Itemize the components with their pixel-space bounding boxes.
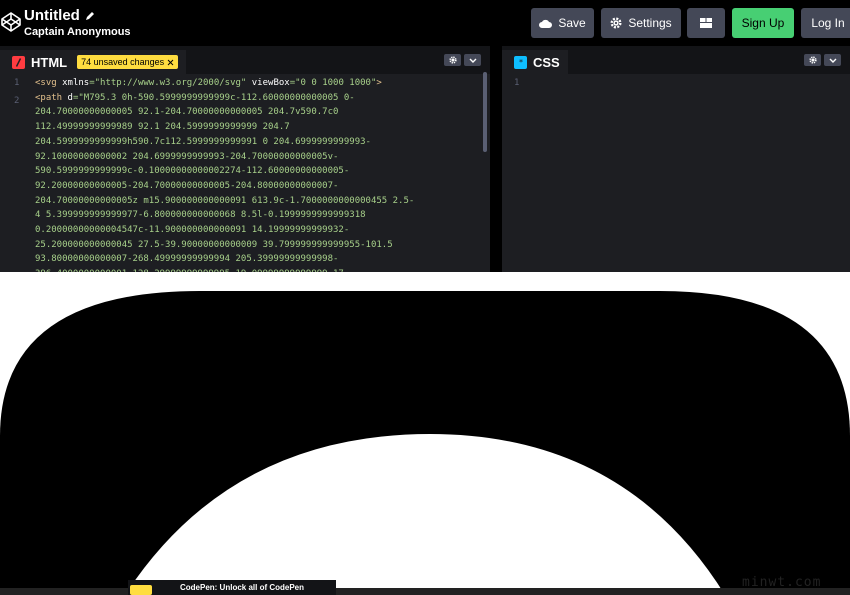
chevron-down-icon — [469, 58, 476, 63]
code-line: 92.20000000000005-204.70000000000005-204… — [35, 180, 339, 191]
html-code-area[interactable]: <svg xmlns="http://www.w3.org/2000/svg" … — [35, 76, 475, 272]
watermark: minwt.com — [742, 575, 822, 590]
code-line: 93.80000000000007-268.49999999999994 205… — [35, 254, 339, 265]
log-in-label: Log In — [811, 16, 845, 30]
pencil-icon[interactable] — [85, 11, 95, 21]
editor-resizer[interactable] — [490, 46, 502, 272]
code-line: 204.70000000000005z m15.900000000000091 … — [35, 195, 415, 206]
code-line: <svg xmlns="http://www.w3.org/2000/svg" … — [35, 78, 382, 88]
css-icon: * — [514, 55, 527, 69]
gear-icon — [448, 56, 457, 64]
unsaved-changes-badge[interactable]: 74 unsaved changes — [77, 55, 179, 69]
code-line: 92.10000000000002 204.6999999999993-204.… — [35, 151, 339, 162]
html-collapse-button[interactable] — [464, 54, 481, 66]
sign-up-label: Sign Up — [741, 16, 785, 30]
css-editor-header: * CSS — [502, 46, 850, 74]
cloud-icon — [539, 19, 553, 28]
preview-resize-bar[interactable] — [0, 272, 850, 286]
code-line: 112.49999999999989 92.1 204.599999999999… — [35, 122, 290, 133]
html-settings-button[interactable] — [444, 54, 461, 66]
code-line: 204.5999999999999h590.7c112.599999999999… — [35, 136, 371, 147]
unsaved-changes-text: 74 unsaved changes — [81, 57, 165, 67]
svg-text:*: * — [519, 58, 523, 66]
sign-up-button[interactable]: Sign Up — [732, 8, 794, 38]
css-tab[interactable]: * CSS — [502, 50, 568, 74]
preview-shape-icon — [0, 291, 850, 595]
css-line-number: 1 — [514, 78, 520, 88]
line-number: 2 — [14, 96, 20, 106]
code-line: 4 5.399999999999977-6.800000000000068 8.… — [35, 210, 366, 221]
html-line-numbers: 1 2 — [0, 74, 30, 110]
save-label: Save — [558, 16, 586, 30]
settings-label: Settings — [628, 16, 672, 30]
gear-icon — [808, 56, 817, 64]
change-view-button[interactable] — [687, 8, 725, 38]
codepen-logo-icon[interactable] — [0, 11, 22, 33]
html-scrollbar[interactable] — [483, 72, 487, 152]
log-in-button[interactable]: Log In — [801, 8, 850, 38]
pen-title[interactable]: Untitled — [24, 7, 80, 24]
close-icon[interactable] — [167, 59, 174, 66]
layout-icon — [700, 18, 712, 28]
code-line: 204.70000000000005 92.1-204.700000000000… — [35, 107, 339, 118]
code-line: <path d="M795.3 0h-590.5999999999999c-11… — [35, 92, 355, 103]
css-settings-button[interactable] — [804, 54, 821, 66]
top-bar: Untitled Captain Anonymous Save Settings… — [0, 0, 850, 46]
html-tab-label: HTML — [31, 54, 68, 70]
preview-frame — [0, 286, 850, 595]
code-line: 0.20000000000004547c-11.900000000000091 … — [35, 225, 350, 236]
css-collapse-button[interactable] — [824, 54, 841, 66]
html-icon — [12, 55, 25, 69]
code-line: 590.5999999999999c-0.10000000000002274-1… — [35, 166, 350, 177]
chevron-down-icon — [829, 58, 836, 63]
line-number: 1 — [14, 78, 20, 88]
promo-banner[interactable]: CodePen: Unlock all of CodePen — [128, 580, 336, 595]
code-line: 25.200000000000045 27.5-39.9000000000000… — [35, 239, 393, 250]
save-button[interactable]: Save — [531, 8, 594, 38]
promo-badge-icon — [130, 585, 152, 595]
html-editor-panel: HTML 74 unsaved changes 1 2 <svg xmlns="… — [0, 46, 490, 272]
pen-author: Captain Anonymous — [24, 26, 131, 38]
css-editor-panel: * CSS 1 — [502, 46, 850, 272]
html-tab[interactable]: HTML 74 unsaved changes — [0, 50, 187, 74]
css-tab-label: CSS — [533, 54, 560, 70]
settings-button[interactable]: Settings — [601, 8, 681, 38]
pen-title-block: Untitled Captain Anonymous — [24, 7, 131, 38]
gear-icon — [610, 17, 622, 29]
html-editor-header: HTML 74 unsaved changes — [0, 46, 490, 74]
